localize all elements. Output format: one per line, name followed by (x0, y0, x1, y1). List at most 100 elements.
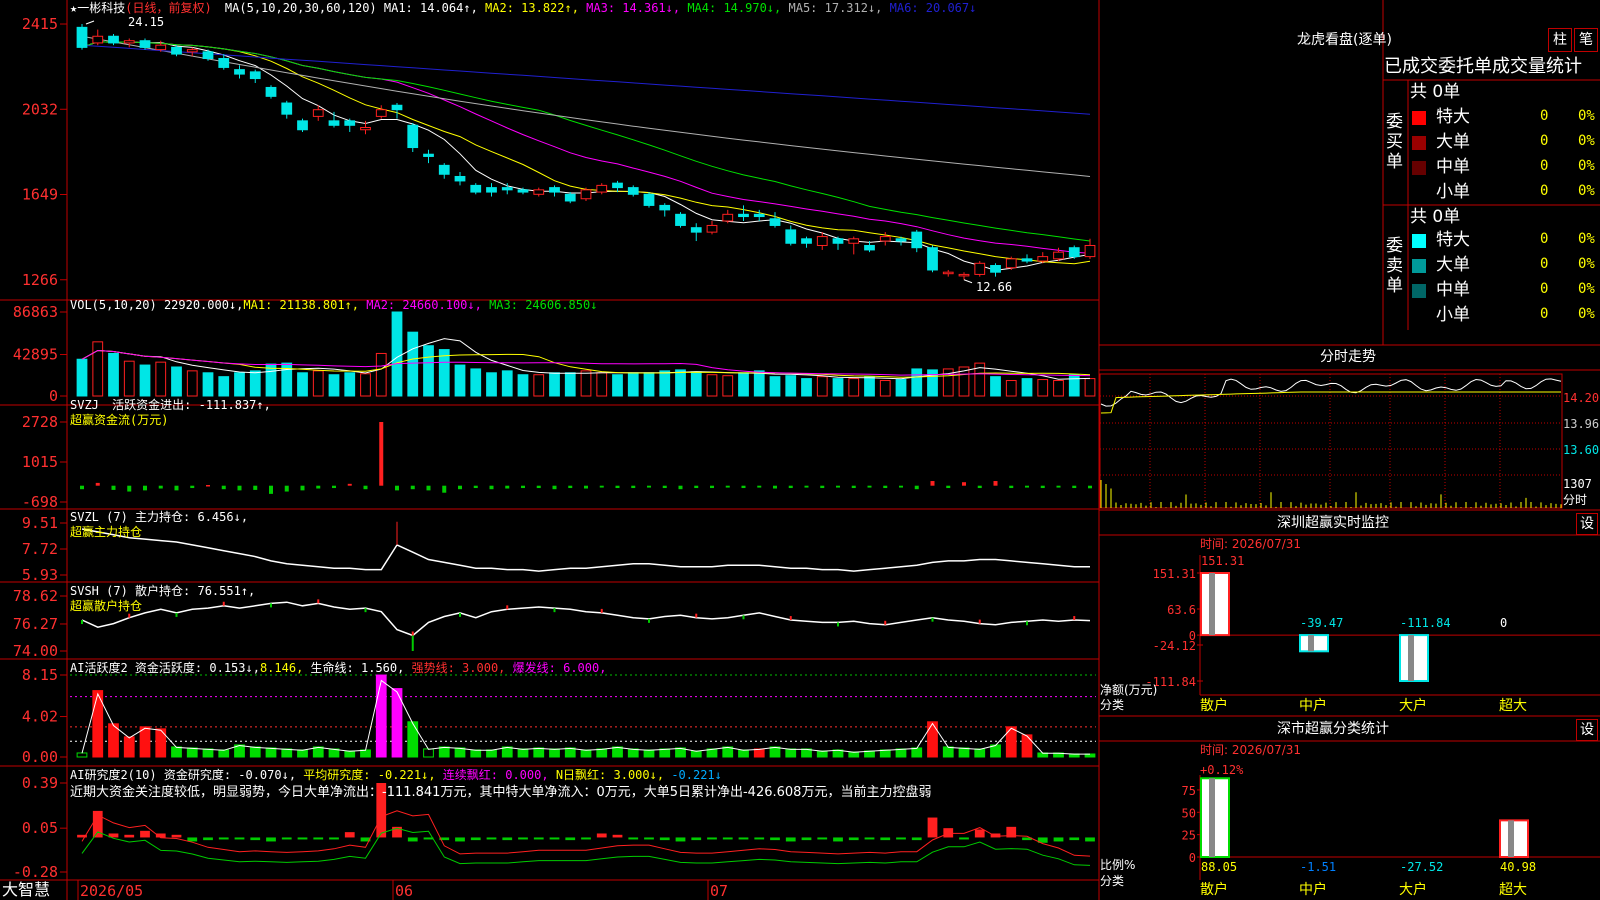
svzj-bar-47 (820, 485, 825, 489)
vol-bar-17 (344, 372, 356, 397)
sz-cat-0: 散户 (1200, 697, 1228, 714)
candle-body-47 (816, 236, 828, 246)
main-chart-area[interactable]: 2415 2032 1649 1266 24.15 12.66 86863 42895 0 272… (0, 0, 1600, 900)
svzj-bar-52 (899, 485, 903, 488)
fs-tick-2: 13.96 (1563, 417, 1600, 431)
sz-cat-2: 大户 (1399, 697, 1427, 714)
vol-bar-41 (722, 375, 734, 397)
ai-yj-ytick-label-0: 0.39 (22, 774, 58, 792)
ai-yj-bar-31 (565, 837, 576, 841)
ma-line-6 (81, 44, 1091, 115)
high-pointer (85, 20, 95, 25)
candle-body-33 (596, 184, 608, 193)
vol-bar-63 (1068, 374, 1080, 397)
sm-cat-3: 超大 (1499, 882, 1527, 898)
candle-body-17 (344, 120, 356, 126)
vol-bar-22 (423, 345, 434, 397)
svzj-bar-20 (395, 485, 399, 491)
sm-ytick-label-0: 75 (1182, 784, 1196, 798)
candle-body-32 (580, 189, 592, 200)
ai-yj-bar-48 (833, 837, 843, 842)
svzj-bar-50 (867, 485, 872, 488)
sm-title: 深市超赢分类统计 (1277, 721, 1389, 737)
vol-bar-42 (738, 372, 749, 397)
tab-zhu[interactable]: 柱 (1548, 28, 1572, 52)
ai-hy-bar-53 (911, 747, 923, 758)
svzj-ytick-label-1: 1015 (22, 453, 58, 471)
ai-yj-bar-26 (486, 837, 497, 840)
ai-hy-desc1: 资金活跃度: 0.153↓, (134, 661, 260, 675)
svzj-bar-11 (253, 485, 258, 490)
candle-body-63 (1068, 247, 1080, 258)
ai-yj-bar-50 (864, 837, 875, 840)
buy-rows-label-2: 中单 (1436, 157, 1470, 177)
sm-value-1: -1.51 (1300, 860, 1336, 874)
low-label: 12.66 (976, 280, 1012, 294)
ai-hy-bar-37 (659, 748, 671, 758)
sm-bar-shade-3 (1508, 820, 1514, 857)
sell-rows-pct-0: 0% (1578, 231, 1595, 247)
candle-body-10 (234, 69, 245, 75)
tab-bi[interactable]: 笔 (1574, 28, 1598, 52)
sm-ytick-label-2: 25 (1182, 829, 1196, 843)
svsh-sub: 超赢散户持仓 (70, 599, 143, 613)
ai-yj-bar-11 (250, 837, 261, 841)
svsh-label: SVSH (7) (70, 584, 128, 598)
buy-rows-swatch-2 (1412, 161, 1426, 175)
ma-value-6: MA6: 20.067↓ (882, 1, 977, 15)
ai-yj-bar-55 (943, 828, 954, 838)
vol-bar-20 (391, 311, 403, 397)
vol-bar-3 (123, 360, 135, 397)
sm-top: +0.12% (1200, 763, 1244, 777)
ma-params[interactable]: MA(5,10,20,30,60,120) (225, 1, 377, 15)
sm-settings-button[interactable]: 设 (1576, 719, 1598, 741)
svsh-title-row: SVSH (7) 散户持仓: 76.551↑, (70, 584, 255, 598)
sm-value-0: 88.05 (1201, 860, 1237, 874)
ai-hy-title-row: AI活跃度2 资金活跃度: 0.153↓,8.146, 生命线: 1.560, … (70, 661, 606, 675)
sm-ylabel: 比例% (1100, 858, 1136, 872)
sell-rows-count-0: 0 (1540, 231, 1549, 247)
ai-yj-bar-38 (675, 837, 686, 842)
ma-value-1: MA1: 14.064↑, (383, 1, 478, 15)
vol-bar-35 (627, 372, 639, 397)
tab-stats[interactable]: 已成交委托单成交量统计 (1384, 56, 1600, 78)
vol-bar-12 (265, 363, 277, 397)
ai-hy-bar-44 (769, 746, 781, 758)
buy-side-label: 委买单 (1386, 112, 1403, 172)
sz-settings-button[interactable]: 设 (1576, 513, 1598, 535)
candle-body-57 (974, 262, 986, 275)
sell-rows-label-2: 中单 (1436, 280, 1470, 300)
sz-bar-1 (1299, 634, 1329, 653)
ai-yj-title-row: AI研究度2(10) 资金研究度: -0.070↓, 平均研究度: -0.221… (70, 768, 722, 782)
ai-yj-desc3: 连续飘红: 0.000, (442, 768, 549, 782)
svzj-bar-49 (851, 485, 856, 489)
ai-hy-bar-34 (612, 746, 623, 758)
buy-rows-count-0: 0 (1540, 108, 1549, 124)
sz-cat-1: 中户 (1299, 697, 1327, 714)
ai-yj-bar-6 (171, 834, 182, 838)
sz-ylabel: 净额(万元) (1100, 683, 1158, 697)
period-label[interactable]: (日线，前复权) (125, 1, 211, 15)
svzj-bar-16 (332, 485, 336, 489)
candle-body-3 (123, 40, 135, 44)
svzj-bar-4 (143, 485, 147, 491)
fs-tick-1: 14.20 (1563, 391, 1600, 405)
ai-hy-bar-11 (249, 746, 261, 758)
ai-yj-green-curve (81, 827, 1091, 866)
ai-yj-red-curve (81, 810, 1091, 857)
vol-bar-64 (1084, 378, 1096, 397)
ai-hy-bar-23 (438, 746, 450, 758)
ai-yj-bar-3 (124, 834, 135, 838)
ai-yj-bar-57 (974, 829, 985, 838)
candle-body-64 (1084, 244, 1096, 258)
svzj-bar-41 (725, 485, 730, 488)
svzj-bar-3 (127, 485, 132, 492)
svzj-bar-61 (1040, 485, 1045, 489)
sz-ytick-label-0: 151.31 (1153, 567, 1196, 581)
svzj-bar-31 (568, 485, 573, 489)
svzj-label: SVZJ (70, 398, 99, 412)
vol-bar-47 (816, 376, 828, 397)
stock-title[interactable]: ★一彬科技 (70, 1, 125, 15)
svzj-bar-8 (206, 485, 210, 487)
svsh-ytick-label-1: 76.27 (13, 615, 58, 633)
